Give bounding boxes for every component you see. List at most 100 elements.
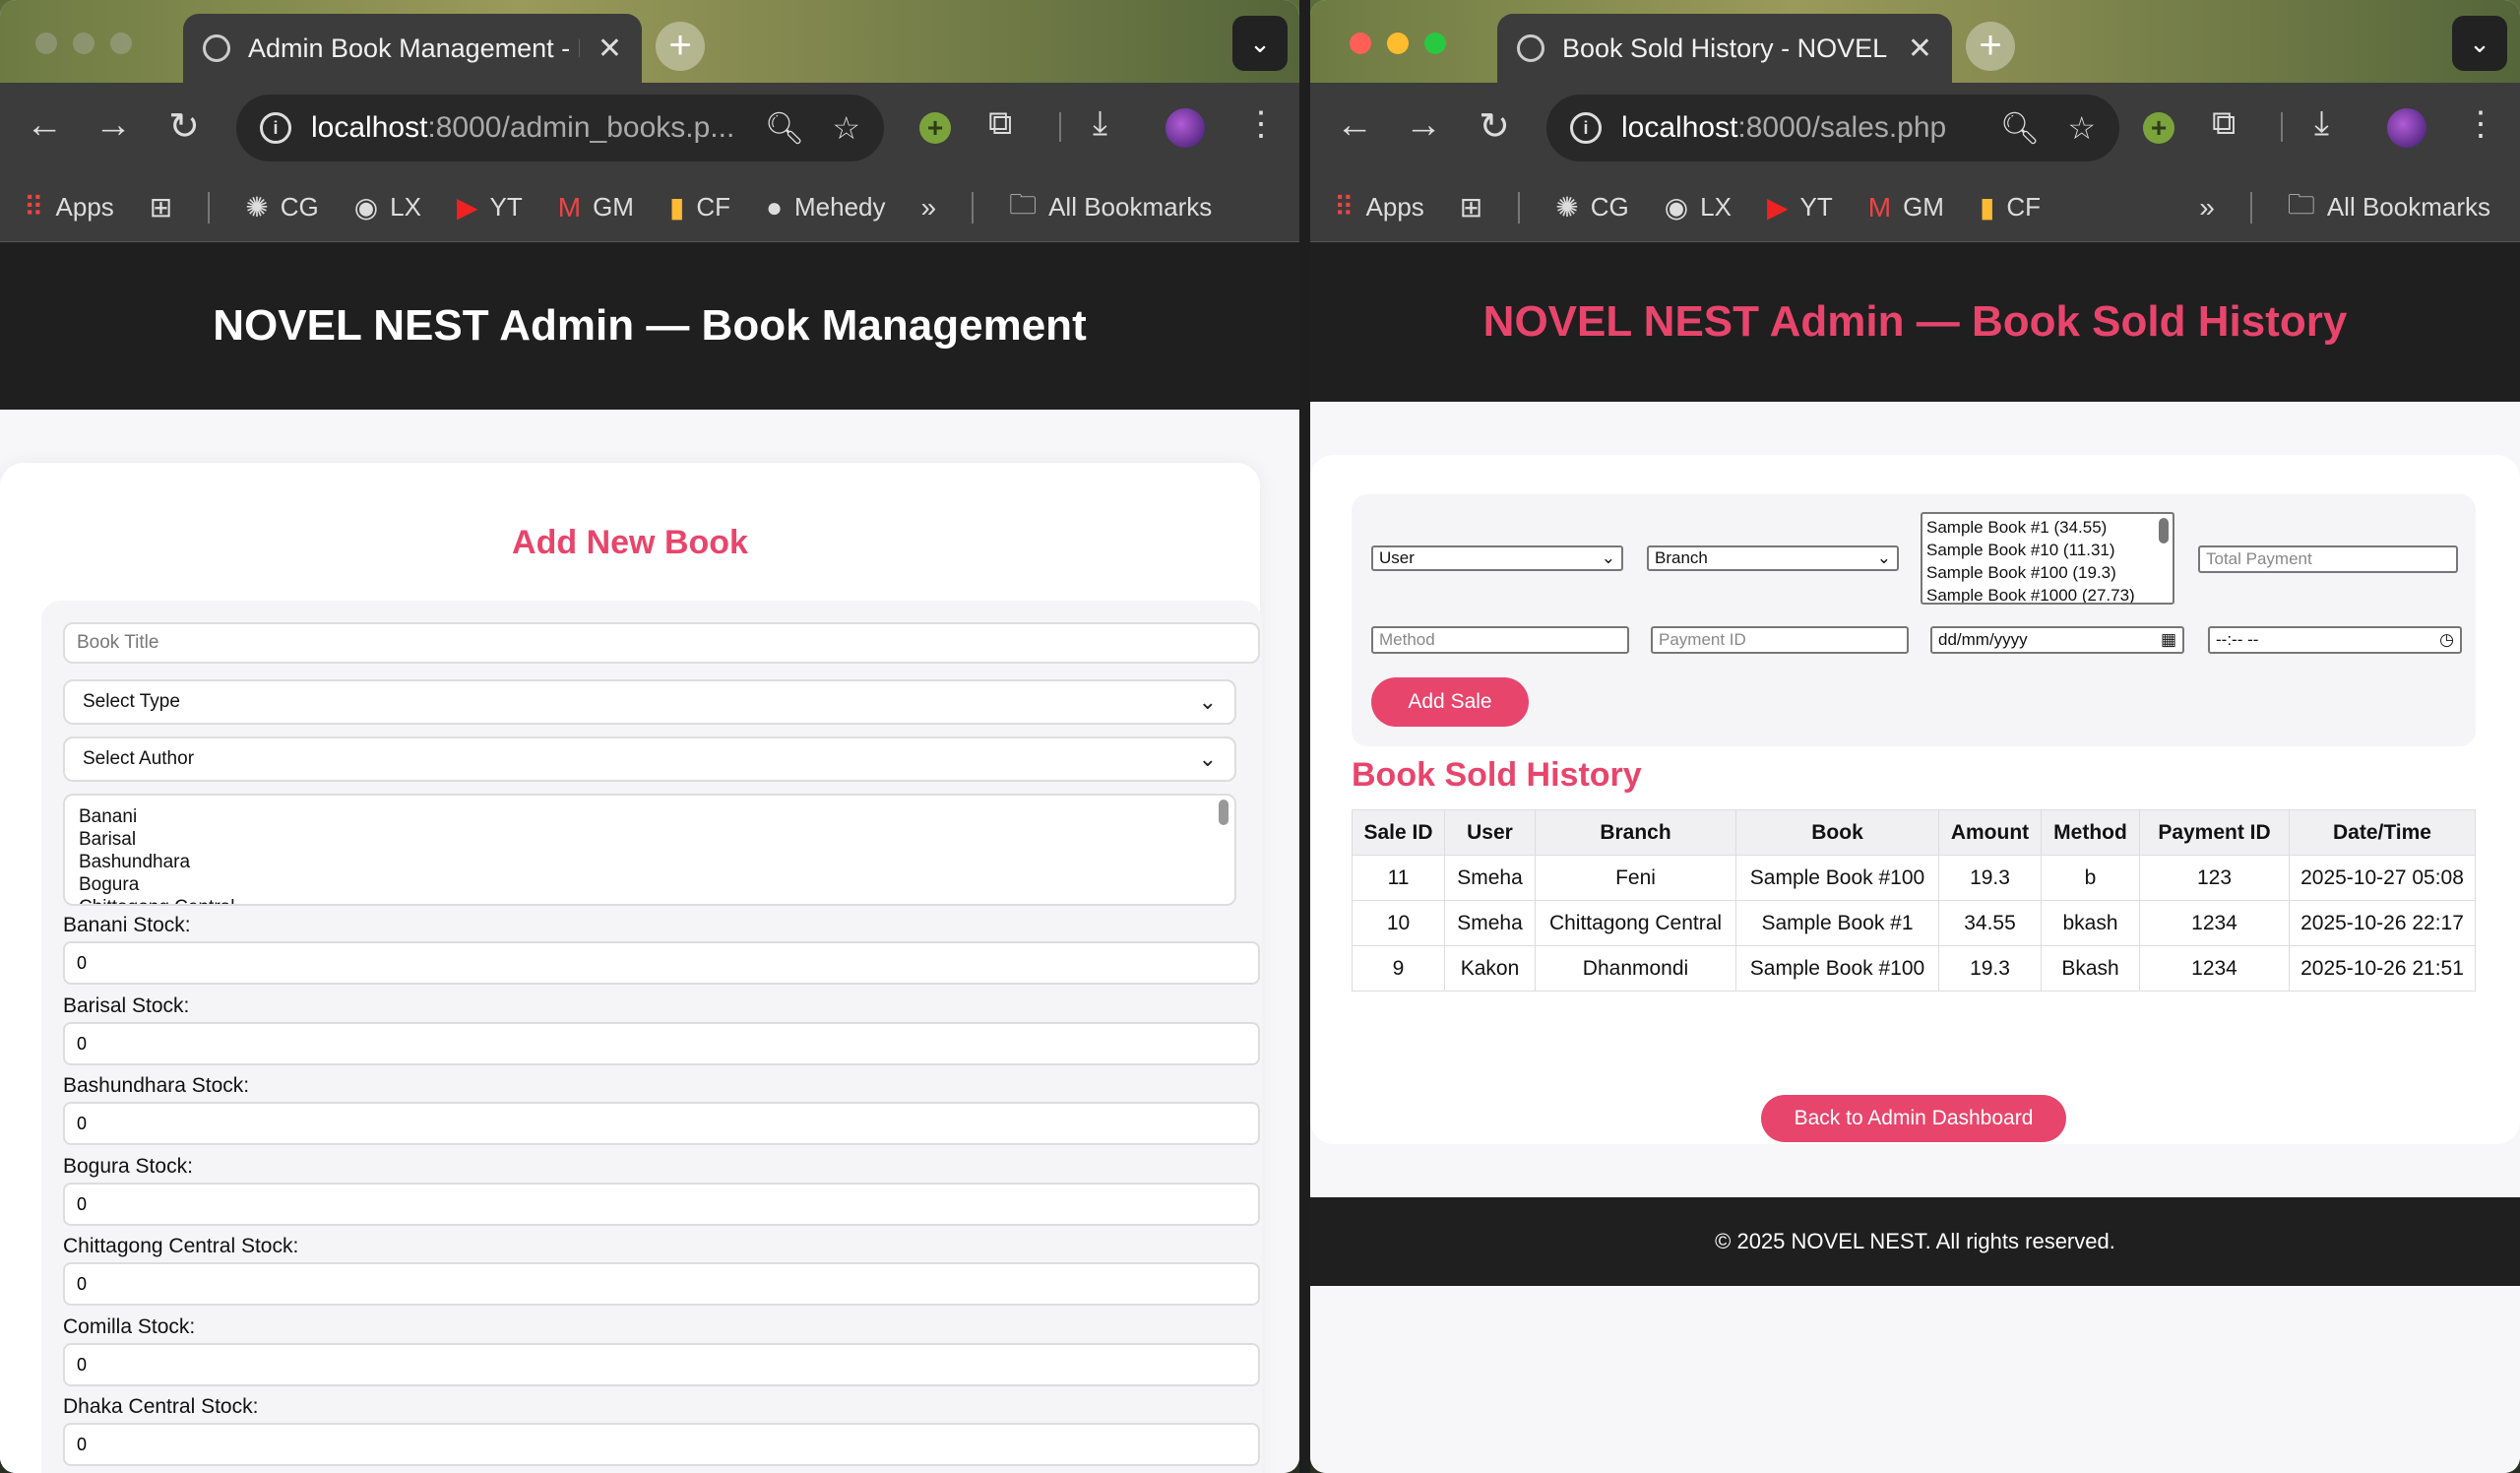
book-option[interactable]: Sample Book #1000 (27.73) (1926, 584, 2169, 603)
book-option[interactable]: Sample Book #1 (34.55) (1926, 516, 2169, 539)
bookmark-all[interactable]: 🗀 All Bookmarks (2288, 184, 2490, 231)
branch-option[interactable]: Banani (79, 805, 1221, 828)
zoom-window-button[interactable] (110, 32, 132, 54)
payment-id-input[interactable]: Payment ID (1651, 626, 1909, 654)
column-header: Method (2041, 809, 2140, 856)
bookmark-lx[interactable]: ◉ LX (1665, 191, 1732, 224)
add-book-form: Book Title Select Type ⌄ Select Author ⌄… (41, 601, 1262, 1473)
bookmark-yt[interactable]: ▶ YT (1767, 191, 1833, 224)
close-window-button[interactable] (35, 32, 57, 54)
bookmark-apps[interactable]: ⠿ Apps (24, 191, 114, 224)
stock-input[interactable]: 0 (63, 1423, 1260, 1466)
bookmark-cg[interactable]: ✺ CG (245, 191, 318, 224)
bookmark-all[interactable]: 🗀 All Bookmarks (1009, 184, 1212, 231)
stock-input[interactable]: 0 (63, 1102, 1260, 1145)
new-tab-button[interactable]: + (1966, 22, 2015, 71)
minimize-window-button[interactable] (73, 32, 94, 54)
branch-option[interactable]: Chittagong Central (79, 896, 1221, 904)
extension-green-icon[interactable]: + (919, 112, 951, 144)
address-bar[interactable]: i localhost:8000/admin_books.p... 🔍︎ ☆ (236, 95, 884, 161)
book-multiselect[interactable]: Sample Book #1 (34.55) Sample Book #10 (… (1921, 512, 2174, 605)
close-window-button[interactable] (1350, 32, 1371, 54)
branch-option[interactable]: Bashundhara (79, 851, 1221, 873)
tab-search-button[interactable]: ⌄ (1232, 16, 1288, 71)
close-icon[interactable]: ✕ (598, 32, 622, 66)
stock-input[interactable]: 0 (63, 1183, 1260, 1226)
address-bar[interactable]: i localhost:8000/sales.php 🔍︎ ☆ (1546, 95, 2119, 161)
user-select[interactable]: User ⌄ (1371, 545, 1623, 571)
bookmark-cf[interactable]: ▮ CF (669, 191, 730, 224)
puzzle-icon[interactable]: ⧉ (2212, 104, 2236, 143)
zoom-window-button[interactable] (1424, 32, 1446, 54)
type-select[interactable]: Select Type ⌄ (63, 679, 1236, 725)
stock-label: Dhaka Central Stock: (63, 1395, 259, 1418)
back-arrow-icon[interactable]: ← (20, 104, 69, 147)
extension-green-icon[interactable]: + (2143, 112, 2174, 144)
bookmark-cg[interactable]: ✺ CG (1555, 191, 1628, 224)
method-input[interactable]: Method (1371, 626, 1629, 654)
add-sale-button[interactable]: Add Sale (1371, 677, 1529, 727)
avatar[interactable] (1166, 108, 1205, 148)
download-icon[interactable]: ⤓ (1093, 104, 1107, 143)
bookmark-apps[interactable]: ⠿ Apps (1334, 191, 1424, 224)
bookmark-gm[interactable]: M GM (1868, 192, 1944, 224)
close-icon[interactable]: ✕ (1908, 32, 1932, 66)
calendar-icon[interactable]: ▦ (2161, 630, 2176, 650)
book-option[interactable]: Sample Book #10 (11.31) (1926, 539, 2169, 561)
youtube-icon: ▶ (1766, 192, 1789, 223)
back-to-dashboard-button[interactable]: Back to Admin Dashboard (1761, 1095, 2066, 1142)
stock-input[interactable]: 0 (63, 1262, 1260, 1306)
bookmark-lx[interactable]: ◉ LX (354, 191, 421, 224)
stock-label: Comilla Stock: (63, 1315, 196, 1338)
tab-admin-books[interactable]: Admin Book Management - N ✕ (183, 14, 642, 83)
more-menu-icon[interactable]: ⋮ (2464, 104, 2497, 144)
total-payment-input[interactable]: Total Payment (2198, 545, 2458, 573)
reload-icon[interactable]: ↻ (1470, 104, 1519, 149)
puzzle-icon[interactable]: ⧉ (988, 104, 1012, 143)
bookmark-gm[interactable]: M GM (558, 192, 634, 224)
more-menu-icon[interactable]: ⋮ (1244, 104, 1278, 144)
stock-input[interactable]: 0 (63, 1022, 1260, 1065)
bookmark-separator (1518, 191, 1521, 224)
bookmark-tab-groups[interactable]: ⊞ (150, 191, 172, 224)
branch-multiselect[interactable]: Banani Barisal Bashundhara Bogura Chitta… (63, 794, 1236, 906)
stock-input[interactable]: 0 (63, 1343, 1260, 1386)
star-icon[interactable]: ☆ (2067, 109, 2096, 147)
back-arrow-icon[interactable]: ← (1330, 104, 1379, 147)
tab-search-button[interactable]: ⌄ (2452, 16, 2507, 71)
avatar[interactable] (2387, 108, 2426, 148)
date-input[interactable]: dd/mm/yyyy ▦ (1930, 626, 2184, 654)
book-option[interactable]: Sample Book #100 (19.3) (1926, 561, 2169, 584)
bookmark-yt[interactable]: ▶ YT (457, 191, 523, 224)
gmail-icon: M (557, 191, 582, 223)
tab-strip: Admin Book Management - N ✕ + ⌄ (0, 0, 1299, 83)
clock-icon[interactable]: ◷ (2439, 630, 2454, 650)
branch-select[interactable]: Branch ⌄ (1647, 545, 1899, 571)
time-input[interactable]: --:-- -- ◷ (2208, 626, 2462, 654)
zoom-icon[interactable]: 🔍︎ (2000, 109, 2041, 147)
minimize-window-button[interactable] (1387, 32, 1409, 54)
window-gap (1299, 0, 1310, 1473)
info-icon[interactable]: i (1570, 112, 1602, 144)
author-select[interactable]: Select Author ⌄ (63, 736, 1236, 782)
stock-input[interactable]: 0 (63, 941, 1260, 985)
forward-arrow-icon[interactable]: → (1399, 104, 1448, 147)
download-icon[interactable]: ⤓ (2314, 104, 2329, 143)
branch-option[interactable]: Barisal (79, 828, 1221, 851)
bookmark-overflow[interactable]: » (2199, 192, 2215, 224)
scrollbar[interactable] (1219, 800, 1228, 825)
star-icon[interactable]: ☆ (832, 109, 860, 147)
bookmark-overflow[interactable]: » (920, 192, 936, 224)
book-title-input[interactable]: Book Title (63, 622, 1260, 664)
scrollbar[interactable] (2159, 518, 2169, 544)
reload-icon[interactable]: ↻ (159, 104, 209, 149)
new-tab-button[interactable]: + (656, 22, 705, 71)
bookmark-mehedy[interactable]: ● Mehedy (766, 192, 885, 224)
bookmark-cf[interactable]: ▮ CF (1980, 191, 2041, 224)
tab-sales[interactable]: Book Sold History - NOVEL N ✕ (1497, 14, 1952, 83)
bookmark-tab-groups[interactable]: ⊞ (1460, 191, 1482, 224)
forward-arrow-icon[interactable]: → (89, 104, 138, 147)
info-icon[interactable]: i (260, 112, 291, 144)
zoom-icon[interactable]: 🔍︎ (765, 109, 805, 147)
branch-option[interactable]: Bogura (79, 873, 1221, 896)
